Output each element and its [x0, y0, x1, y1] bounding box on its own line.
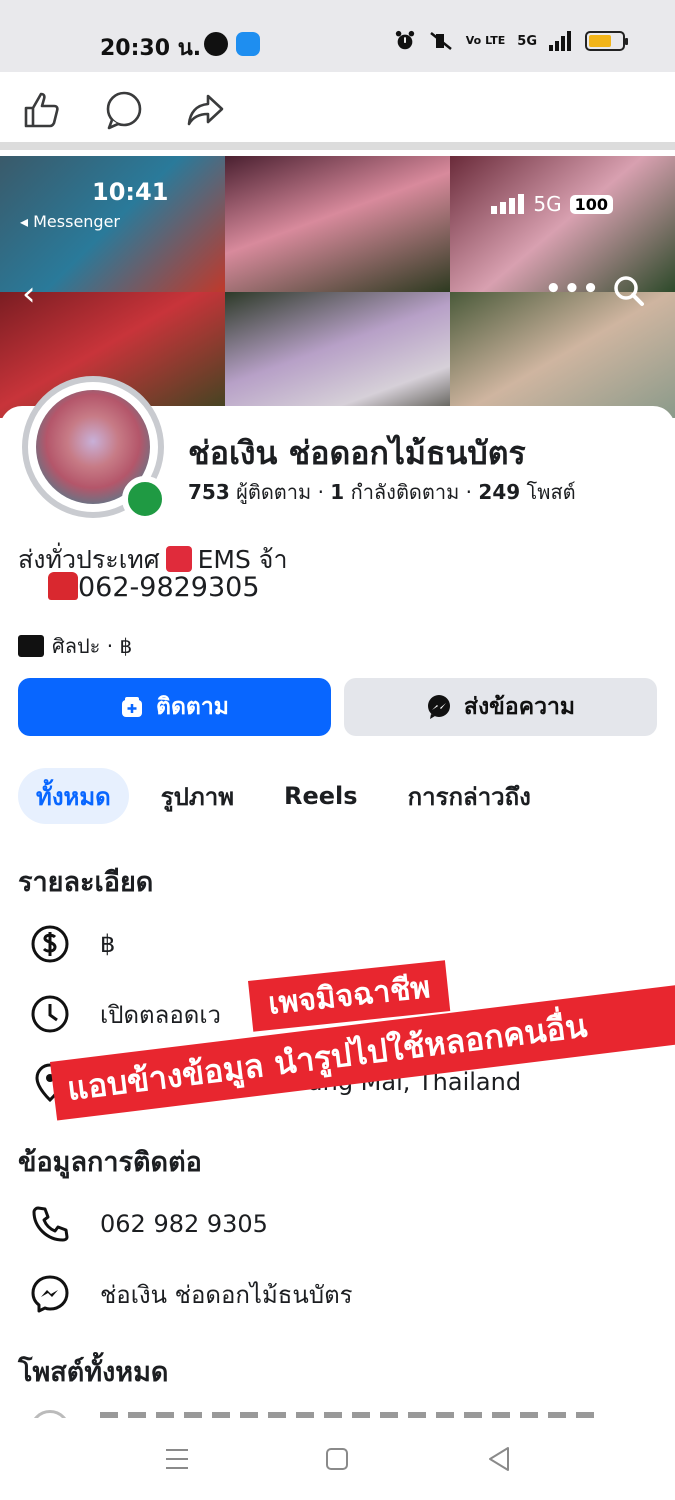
- detail-price-row: ฿: [28, 922, 115, 966]
- post-reaction-bar: [0, 72, 675, 150]
- embedded-battery: 100: [569, 194, 613, 214]
- messenger-app-icon: [236, 32, 260, 56]
- content-tabs: ทั้งหมด รูปภาพ Reels การกล่าวถึง: [18, 768, 549, 824]
- contact-phone-row[interactable]: 062 982 9305: [28, 1202, 268, 1246]
- messenger-outline-icon: [31, 1275, 69, 1313]
- recent-apps-icon[interactable]: [160, 1442, 194, 1476]
- online-status-dot: [122, 476, 168, 522]
- alarm-icon: [395, 30, 414, 50]
- posts-label: โพสต์: [526, 480, 576, 504]
- page-stats: 753 ผู้ติดตาม · 1 กำลังติดตาม · 249 โพสต…: [188, 480, 576, 504]
- system-nav-bar: [0, 1418, 675, 1500]
- back-to-messenger-link[interactable]: ◂ Messenger: [20, 212, 120, 231]
- bio-ems-text: EMS จ้า: [197, 545, 288, 574]
- search-icon[interactable]: [612, 274, 646, 308]
- clock-icon: [31, 995, 69, 1033]
- embedded-network-label: 5G: [533, 192, 562, 216]
- followers-count: 753: [188, 480, 230, 504]
- dollar-icon: [31, 925, 69, 963]
- embedded-status-indicators: 5G 100: [491, 192, 613, 216]
- tab-mentions[interactable]: การกล่าวถึง: [390, 768, 549, 824]
- home-icon[interactable]: [320, 1442, 354, 1476]
- bio-shipping-text: ส่งทั่วประเทศ: [18, 545, 160, 574]
- telephone-icon: [48, 572, 78, 600]
- share-icon[interactable]: [184, 88, 228, 132]
- followers-label[interactable]: ผู้ติดตาม: [236, 480, 311, 504]
- next-post-preview: [0, 1410, 675, 1418]
- message-button[interactable]: ส่งข้อความ: [344, 678, 657, 736]
- follow-button[interactable]: ติดตาม: [18, 678, 331, 736]
- detail-price-text: ฿: [100, 930, 116, 958]
- more-options-icon[interactable]: •••: [545, 274, 601, 304]
- like-icon[interactable]: [20, 88, 64, 132]
- page-category: ศิลปะ · ฿: [18, 630, 132, 662]
- category-text: ศิลปะ · ฿: [52, 634, 133, 658]
- battery-icon: [585, 31, 628, 51]
- back-icon[interactable]: ‹: [22, 274, 36, 314]
- comment-icon[interactable]: [102, 88, 146, 132]
- status-time: 20:30 น.: [100, 36, 202, 61]
- clapperboard-icon: [18, 635, 44, 657]
- embedded-signal-icon: [491, 194, 525, 214]
- back-nav-icon[interactable]: [482, 1442, 516, 1476]
- contact-heading: ข้อมูลการติดต่อ: [18, 1147, 202, 1178]
- messenger-icon: [427, 695, 450, 719]
- tab-photos[interactable]: รูปภาพ: [143, 768, 252, 824]
- following-label[interactable]: กำลังติดตาม: [351, 480, 460, 504]
- mailbox-icon: [165, 546, 192, 572]
- volte-label: Vo LTE: [465, 34, 506, 47]
- posts-count: 249: [478, 480, 521, 504]
- detail-hours-text: เปิดตลอดเว: [100, 1000, 221, 1029]
- contact-messenger-row[interactable]: ช่อเงิน ช่อดอกไม้ธนบัตร: [28, 1272, 353, 1316]
- network-5g-label: 5G: [517, 33, 537, 49]
- status-indicators: Vo LTE 5G: [394, 30, 628, 52]
- follow-icon: [122, 697, 143, 717]
- details-heading: รายละเอียด: [18, 867, 154, 898]
- signal-icon: [549, 31, 571, 51]
- line-app-icon: [204, 32, 228, 56]
- status-bar: 20:30 น. Vo LTE 5G: [0, 0, 675, 72]
- tab-all[interactable]: ทั้งหมด: [18, 768, 129, 824]
- message-button-label: ส่งข้อความ: [463, 694, 576, 720]
- mute-vibrate-icon: [429, 32, 452, 50]
- contact-messenger-text: ช่อเงิน ช่อดอกไม้ธนบัตร: [100, 1280, 353, 1309]
- embedded-screenshot: 10:41 ◂ Messenger 5G 100 ‹ ••• ช่อเงิน ช…: [0, 156, 675, 1418]
- bio-line-2: 062-9829305: [48, 572, 260, 603]
- contact-phone-text: 062 982 9305: [100, 1210, 268, 1238]
- page-title: ช่อเงิน ช่อดอกไม้ธนบัตร: [188, 434, 526, 472]
- bio-phone-text: 062-9829305: [78, 572, 260, 603]
- tab-reels[interactable]: Reels: [266, 768, 376, 824]
- phone-icon: [32, 1206, 69, 1242]
- follow-button-label: ติดตาม: [156, 694, 229, 720]
- detail-hours-row: เปิดตลอดเว: [28, 992, 221, 1036]
- all-posts-heading: โพสต์ทั้งหมด: [18, 1357, 169, 1388]
- screen: 20:30 น. Vo LTE 5G 10:41 ◂ Messenger 5G …: [0, 0, 675, 1500]
- following-count: 1: [330, 480, 345, 504]
- embedded-time: 10:41: [92, 178, 169, 206]
